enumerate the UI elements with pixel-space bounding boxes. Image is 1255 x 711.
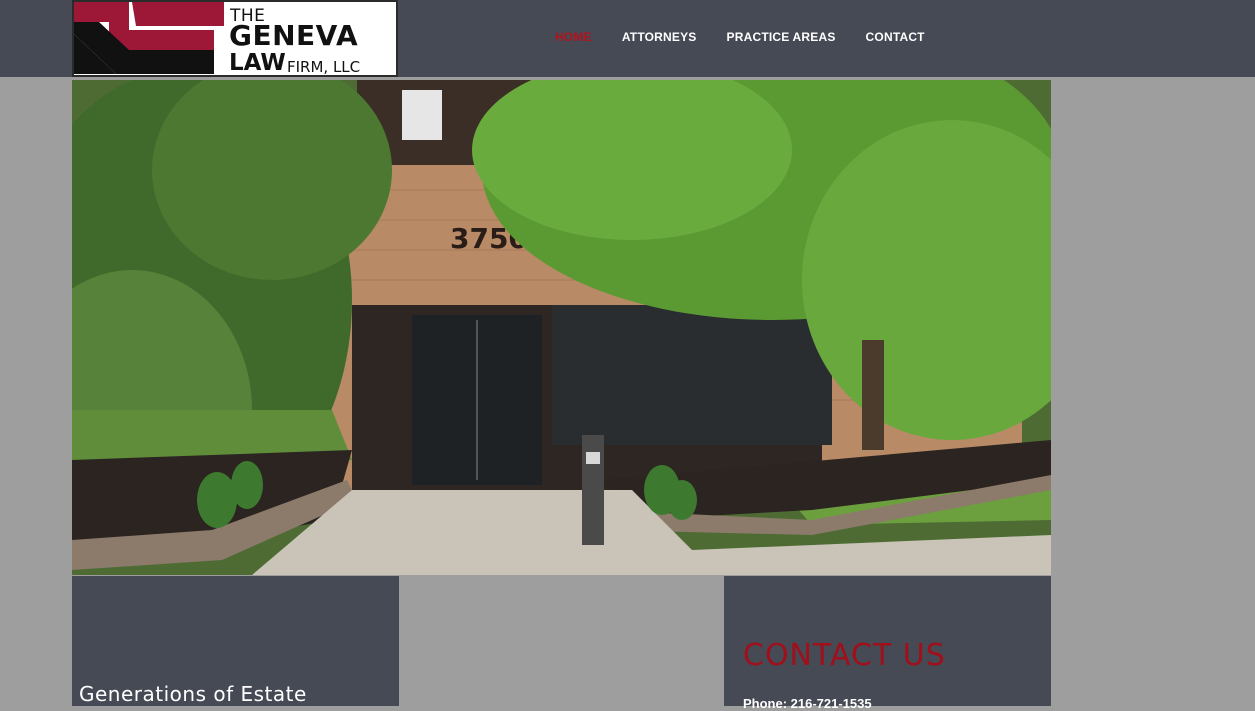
site-header: THE GENEVA LAW FIRM, LLC HOME ATTORNEYS … (0, 0, 1255, 77)
nav-item-practice-areas[interactable]: PRACTICE AREAS (712, 28, 851, 46)
hero-building-photo: 3750 (72, 80, 1051, 575)
intro-heading: Generations of Estate (79, 682, 307, 706)
logo-mark-icon (74, 2, 224, 74)
geneva-law-logo[interactable]: THE GENEVA LAW FIRM, LLC (72, 0, 398, 77)
contact-heading: CONTACT US (743, 638, 946, 673)
nav-item-home[interactable]: HOME (540, 28, 607, 46)
intro-panel: Generations of Estate (72, 576, 399, 706)
nav-item-attorneys[interactable]: ATTORNEYS (607, 28, 712, 46)
main-nav: HOME ATTORNEYS PRACTICE AREAS CONTACT (540, 28, 940, 46)
contact-phone[interactable]: Phone: 216-721-1535 (743, 696, 872, 711)
nav-item-contact[interactable]: CONTACT (851, 28, 940, 46)
building-photo-image: 3750 (72, 80, 1051, 575)
contact-panel: CONTACT US Phone: 216-721-1535 (724, 576, 1051, 711)
logo-text-geneva: GENEVA (229, 19, 359, 52)
logo-text-law: LAW (229, 50, 286, 76)
logo-text-firm: FIRM, LLC (287, 58, 361, 76)
